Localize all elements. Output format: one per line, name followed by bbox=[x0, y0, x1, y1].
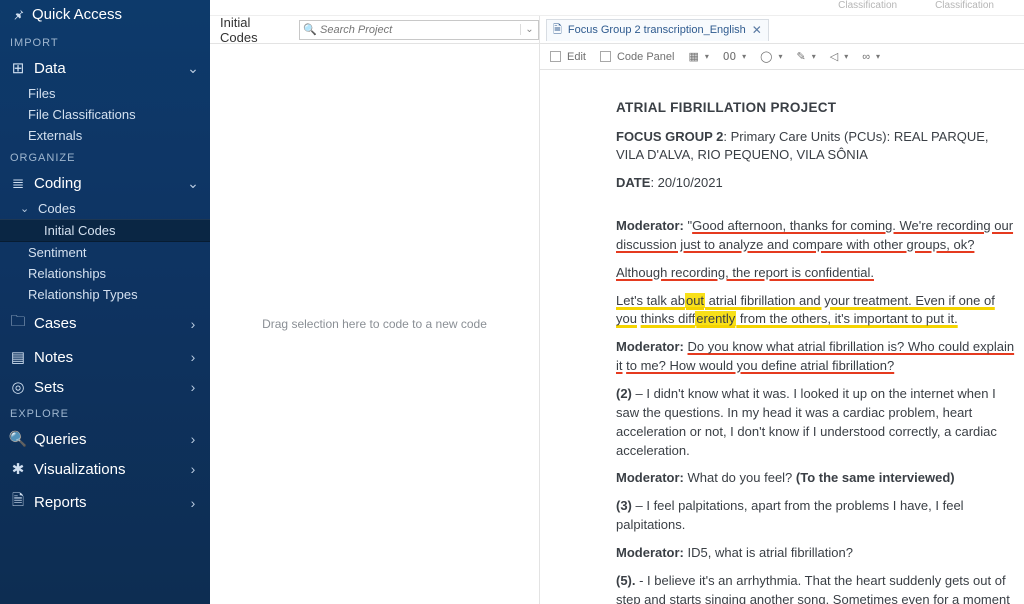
nav-reports[interactable]: 🗎Reports › bbox=[0, 484, 210, 521]
column-headers: ClassificationClassification bbox=[838, 0, 994, 11]
search-icon: 🔍 bbox=[10, 430, 26, 448]
doc-p5: (5). - I believe it's an arrhythmia. Tha… bbox=[616, 572, 1016, 604]
chevron-right-icon: › bbox=[186, 349, 200, 365]
quick-access-label: Quick Access bbox=[32, 6, 122, 23]
doc-toolbar: Edit Code Panel ▦▾ OO▾ ◯▾ ✎▾ ◁▾ ∞▾ bbox=[540, 44, 1024, 70]
cases-icon: 🗀 bbox=[10, 311, 26, 336]
chevron-right-icon: › bbox=[186, 316, 200, 332]
layout-icon: ▦ bbox=[688, 50, 698, 63]
nav-data-fileclass[interactable]: File Classifications bbox=[0, 104, 210, 125]
shape-menu[interactable]: ◯▾ bbox=[760, 50, 782, 63]
chevron-right-icon: › bbox=[186, 379, 200, 395]
chevron-right-icon: › bbox=[186, 495, 200, 511]
nav-visualizations[interactable]: ✱Visualizations › bbox=[0, 454, 210, 484]
doc-mod4: Moderator: ID5, what is atrial fibrillat… bbox=[616, 544, 1016, 563]
nav-data-files[interactable]: Files bbox=[0, 83, 210, 104]
nav-sentiment[interactable]: Sentiment bbox=[0, 242, 210, 263]
search-input[interactable] bbox=[320, 21, 520, 39]
doc-focus-group: FOCUS GROUP 2: Primary Care Units (PCUs)… bbox=[616, 128, 1016, 166]
nav-queries[interactable]: 🔍Queries › bbox=[0, 424, 210, 454]
close-icon[interactable]: ✕ bbox=[752, 23, 762, 37]
section-explore: Explore bbox=[0, 402, 210, 424]
section-organize: Organize bbox=[0, 146, 210, 168]
code-panel-toggle[interactable]: Code Panel bbox=[600, 51, 675, 63]
doc-p3: (3) – I feel palpitations, apart from th… bbox=[616, 497, 1016, 535]
data-icon: ⊞ bbox=[10, 59, 26, 77]
doc-tab[interactable]: 🗎 Focus Group 2 transcription_English ✕ bbox=[546, 19, 769, 41]
left-sidebar: Quick Access Import ⊞Data ⌄ Files File C… bbox=[0, 0, 210, 604]
doc-title: ATRIAL FIBRILLATION PROJECT bbox=[616, 98, 1016, 118]
search-dropdown-icon[interactable]: ⌄ bbox=[520, 24, 538, 35]
chevron-right-icon: › bbox=[186, 461, 200, 477]
doc-confidential: Although recording, the report is confid… bbox=[616, 264, 1016, 283]
layout-menu[interactable]: ▦▾ bbox=[688, 50, 708, 63]
eraser-icon: ◁ bbox=[830, 50, 838, 63]
link-menu[interactable]: ∞▾ bbox=[862, 51, 880, 63]
pen-icon: ✎ bbox=[796, 50, 805, 63]
section-import: Import bbox=[0, 31, 210, 53]
doc-mod1: Moderator: "Good afternoon, thanks for c… bbox=[616, 217, 1016, 255]
sets-icon: ◎ bbox=[10, 378, 26, 396]
pen-menu[interactable]: ✎▾ bbox=[796, 50, 815, 63]
reports-icon: 🗎 bbox=[10, 490, 26, 515]
document-body[interactable]: ATRIAL FIBRILLATION PROJECT FOCUS GROUP … bbox=[540, 70, 1024, 604]
doc-p2: (2) – I didn't know what it was. I looke… bbox=[616, 385, 1016, 460]
nav-coding[interactable]: ≣Coding ⌄ bbox=[0, 168, 210, 198]
circle-icon: ◯ bbox=[760, 50, 772, 63]
nav-relationship-types[interactable]: Relationship Types bbox=[0, 284, 210, 305]
nav-data[interactable]: ⊞Data ⌄ bbox=[0, 53, 210, 83]
pin-icon bbox=[10, 8, 26, 22]
nav-initial-codes[interactable]: Initial Codes bbox=[0, 219, 210, 242]
nav-relationships[interactable]: Relationships bbox=[0, 263, 210, 284]
tree-toggle-icon[interactable]: ⌄ bbox=[20, 202, 32, 215]
codes-drop-area[interactable]: Drag selection here to code to a new cod… bbox=[210, 44, 540, 604]
document-icon: 🗎 bbox=[553, 21, 562, 40]
visualizations-icon: ✱ bbox=[10, 460, 26, 478]
nav-cases[interactable]: 🗀Cases › bbox=[0, 305, 210, 342]
doc-date: DATE: 20/10/2021 bbox=[616, 174, 1016, 193]
chevron-down-icon: ⌄ bbox=[186, 175, 200, 192]
main-area: ClassificationClassification Initial Cod… bbox=[210, 0, 1024, 604]
doc-talk: Let's talk about atrial fibrillation and… bbox=[616, 292, 1016, 330]
nav-data-externals[interactable]: Externals bbox=[0, 125, 210, 146]
doc-mod3: Moderator: What do you feel? (To the sam… bbox=[616, 469, 1016, 488]
chevron-right-icon: › bbox=[186, 431, 200, 447]
quick-access-header[interactable]: Quick Access bbox=[0, 0, 210, 31]
search-project[interactable]: 🔍 ⌄ bbox=[299, 20, 539, 40]
zoom-menu[interactable]: OO▾ bbox=[723, 50, 746, 63]
nav-notes[interactable]: ▤Notes › bbox=[0, 342, 210, 372]
notes-icon: ▤ bbox=[10, 348, 26, 366]
coding-icon: ≣ bbox=[10, 174, 26, 192]
doc-mod2: Moderator: Do you know what atrial fibri… bbox=[616, 338, 1016, 376]
eraser-menu[interactable]: ◁▾ bbox=[830, 50, 848, 63]
edit-toggle[interactable]: Edit bbox=[550, 51, 586, 63]
chevron-down-icon: ⌄ bbox=[186, 60, 200, 77]
codes-panel-title: Initial Codes bbox=[210, 15, 297, 45]
link-icon: ∞ bbox=[862, 51, 870, 63]
nav-codes[interactable]: ⌄ Codes bbox=[0, 198, 210, 219]
doc-tab-title: Focus Group 2 transcription_English bbox=[568, 24, 746, 36]
nav-sets[interactable]: ◎Sets › bbox=[0, 372, 210, 402]
search-icon: 🔍 bbox=[300, 23, 320, 36]
